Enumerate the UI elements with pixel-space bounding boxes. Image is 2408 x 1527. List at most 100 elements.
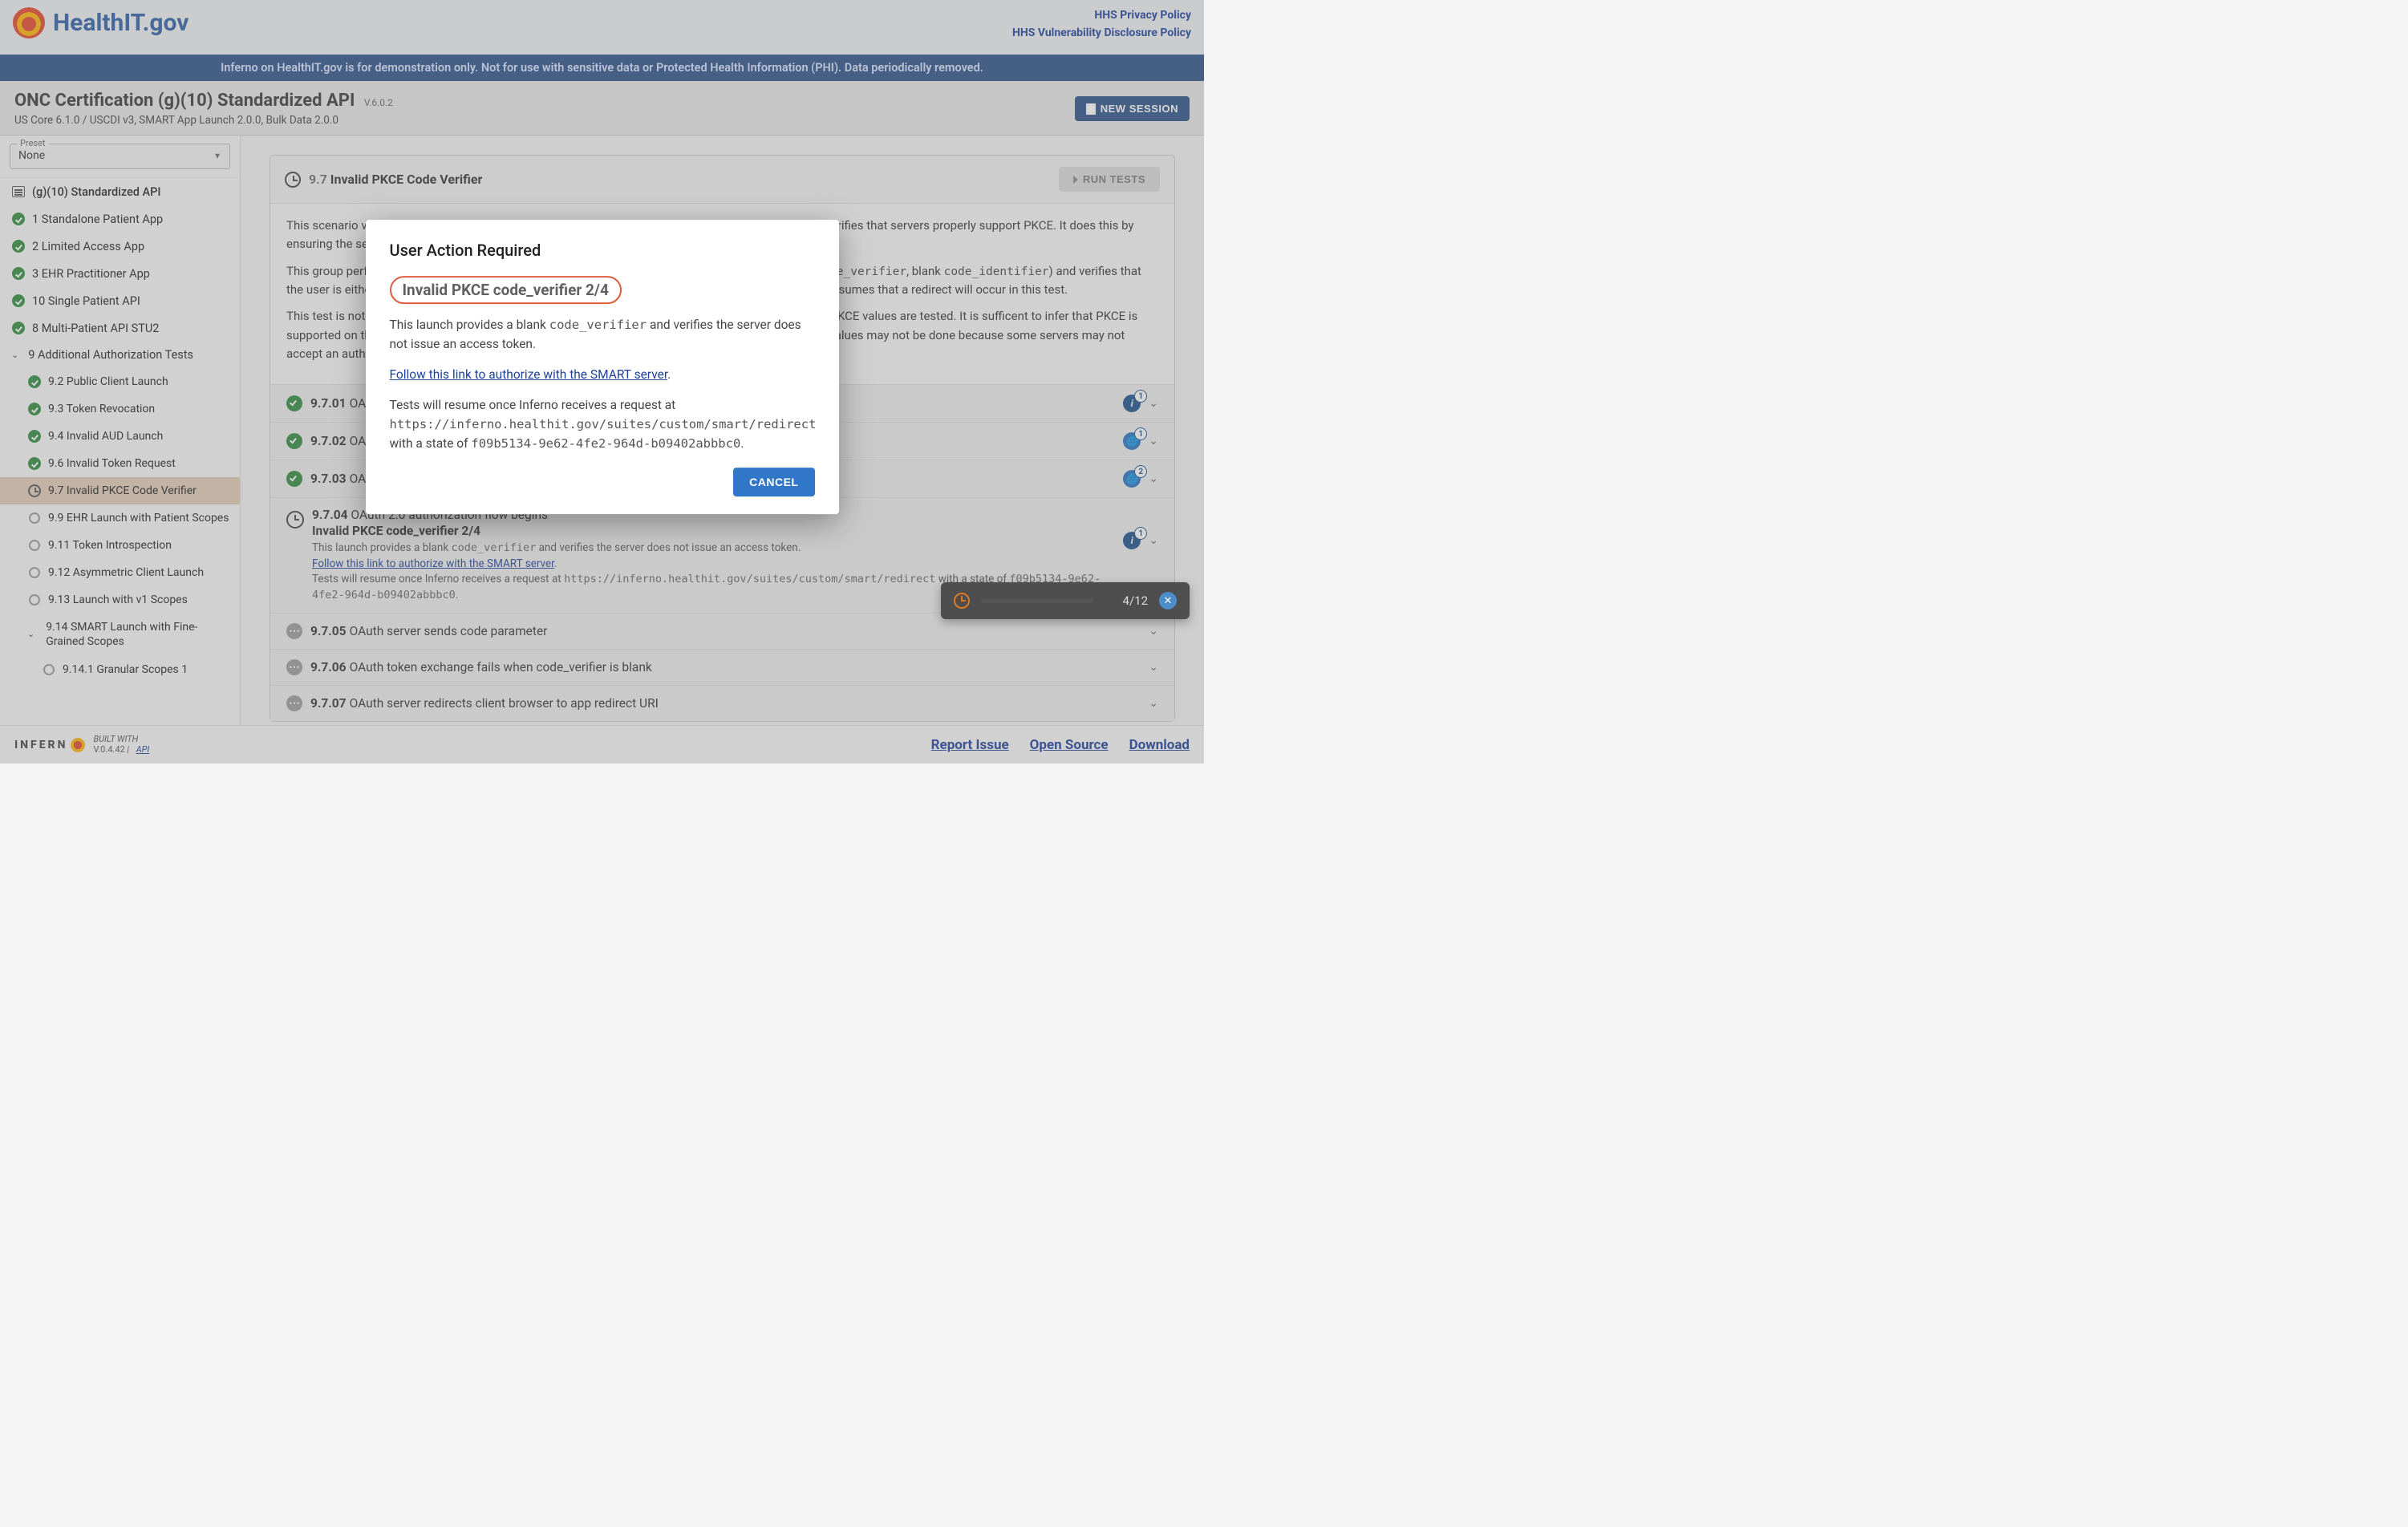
footer: INFERN BUILT WITH V.0.4.42 | API Report …: [0, 725, 1204, 764]
inferno-logo: INFERN: [14, 738, 85, 752]
check-icon: [12, 240, 25, 253]
preset-value: None: [18, 149, 45, 162]
sidebar: Preset None ▼ (g)(10) Standardized API 1…: [0, 136, 241, 726]
check-icon: [28, 403, 41, 415]
chevron-down-icon: ⌄: [11, 350, 18, 360]
nav-item-3[interactable]: 3 EHR Practitioner App: [0, 260, 240, 287]
modal-title: User Action Required: [390, 241, 815, 260]
list-icon: [11, 184, 26, 199]
test-row-9-7-06[interactable]: 9.7.06 OAuth token exchange fails when c…: [270, 650, 1174, 686]
check-icon: [12, 322, 25, 334]
check-icon: [28, 430, 41, 443]
test-row-9-7-07[interactable]: 9.7.07 OAuth server redirects client bro…: [270, 686, 1174, 721]
footer-version: V.0.4.42: [93, 744, 124, 755]
download-link[interactable]: Download: [1129, 737, 1190, 753]
nav-9-4[interactable]: 9.4 Invalid AUD Launch: [0, 423, 240, 450]
test-head-title: Invalid PKCE Code Verifier: [330, 172, 483, 187]
user-action-modal: User Action Required Invalid PKCE code_v…: [366, 220, 839, 514]
site-logo[interactable]: HealthIT.gov: [13, 6, 189, 38]
pending-icon: [286, 695, 302, 711]
nav-item-1[interactable]: 1 Standalone Patient App: [0, 205, 240, 233]
check-icon: [12, 294, 25, 307]
open-source-link[interactable]: Open Source: [1030, 737, 1109, 753]
site-name: HealthIT.gov: [53, 9, 189, 37]
nav-9-13[interactable]: 9.13 Launch with v1 Scopes: [0, 586, 240, 614]
test-head-num: 9.7: [309, 172, 327, 187]
preset-label: Preset: [17, 138, 49, 148]
info-badge[interactable]: i1: [1123, 532, 1141, 549]
play-icon: [1073, 176, 1078, 184]
circle-icon: [29, 567, 40, 578]
step-subtitle: Invalid PKCE code_verifier 2/4: [312, 524, 1123, 538]
progress-bar: [981, 598, 1093, 603]
nav-9-14[interactable]: ⌄9.14 SMART Launch with Fine-Grained Sco…: [0, 614, 240, 655]
check-icon: [28, 457, 41, 470]
chevron-down-icon: ⌄: [1149, 472, 1158, 485]
header-links: HHS Privacy Policy HHS Vulnerability Dis…: [1012, 6, 1191, 43]
nav-root[interactable]: (g)(10) Standardized API: [0, 177, 240, 205]
nav-9-6[interactable]: 9.6 Invalid Token Request: [0, 450, 240, 477]
page-subtitle: US Core 6.1.0 / USCDI v3, SMART App Laun…: [14, 114, 393, 127]
nav-item-2[interactable]: 2 Limited Access App: [0, 233, 240, 260]
circle-icon: [29, 512, 40, 524]
chevron-down-icon: ⌄: [27, 629, 34, 640]
chevron-down-icon: ▼: [213, 152, 221, 161]
clock-icon: [28, 484, 41, 497]
check-icon: [28, 375, 41, 388]
nav-9-14-1[interactable]: 9.14.1 Granular Scopes 1: [0, 656, 240, 683]
preset-select[interactable]: Preset None ▼: [10, 144, 230, 169]
request-badge[interactable]: 🌐2: [1123, 470, 1141, 488]
nav-9-11[interactable]: 9.11 Token Introspection: [0, 532, 240, 559]
file-icon: [1086, 103, 1096, 115]
nav-9-9[interactable]: 9.9 EHR Launch with Patient Scopes: [0, 504, 240, 532]
page-version: V.6.0.2: [364, 97, 393, 108]
nav-item-8[interactable]: 8 Multi-Patient API STU2: [0, 314, 240, 342]
authorize-link[interactable]: Follow this link to authorize with the S…: [312, 557, 554, 570]
chevron-down-icon: ⌄: [1149, 534, 1158, 547]
request-badge[interactable]: 🌐1: [1123, 432, 1141, 450]
circle-icon: [29, 540, 40, 551]
close-toast-button[interactable]: ✕: [1159, 592, 1177, 610]
clock-icon: [954, 593, 970, 609]
pending-icon: [286, 623, 302, 639]
report-issue-link[interactable]: Report Issue: [931, 737, 1009, 753]
flame-icon: [71, 738, 85, 752]
nav-item-10[interactable]: 10 Single Patient API: [0, 287, 240, 314]
flame-icon: [13, 6, 45, 38]
demo-banner: Inferno on HealthIT.gov is for demonstra…: [0, 55, 1204, 81]
privacy-link[interactable]: HHS Privacy Policy: [1012, 6, 1191, 24]
built-with-label: BUILT WITH: [93, 734, 138, 744]
check-icon: [286, 433, 302, 449]
new-session-button[interactable]: NEW SESSION: [1075, 96, 1190, 121]
nav-9-3[interactable]: 9.3 Token Revocation: [0, 395, 240, 423]
progress-toast: 4/12 ✕: [941, 582, 1190, 619]
nav-9-12[interactable]: 9.12 Asymmetric Client Launch: [0, 559, 240, 586]
api-link[interactable]: API: [136, 744, 150, 755]
page-title: ONC Certification (g)(10) Standardized A…: [14, 91, 393, 111]
circle-icon: [29, 594, 40, 606]
run-tests-button[interactable]: RUN TESTS: [1059, 167, 1160, 192]
test-row-9-7-05[interactable]: 9.7.05 OAuth server sends code parameter…: [270, 614, 1174, 650]
progress-count: 4/12: [1123, 593, 1148, 608]
modal-authorize-link[interactable]: Follow this link to authorize with the S…: [390, 367, 668, 382]
page-header: ONC Certification (g)(10) Standardized A…: [0, 81, 1204, 136]
check-icon: [286, 395, 302, 411]
chevron-down-icon: ⌄: [1149, 435, 1158, 448]
test-panel-header: 9.7 Invalid PKCE Code Verifier RUN TESTS: [270, 156, 1174, 204]
vuln-link[interactable]: HHS Vulnerability Disclosure Policy: [1012, 24, 1191, 42]
chevron-down-icon: ⌄: [1149, 625, 1158, 638]
clock-icon: [285, 172, 301, 188]
top-bar: HealthIT.gov HHS Privacy Policy HHS Vuln…: [0, 0, 1204, 55]
nav-group-9[interactable]: ⌄9 Additional Authorization Tests: [0, 342, 240, 368]
check-icon: [12, 267, 25, 280]
clock-icon: [286, 511, 304, 529]
info-badge[interactable]: i1: [1123, 395, 1141, 412]
check-icon: [286, 471, 302, 487]
modal-step-title: Invalid PKCE code_verifier 2/4: [390, 276, 622, 304]
nav-9-7[interactable]: 9.7 Invalid PKCE Code Verifier: [0, 477, 240, 504]
pending-icon: [286, 659, 302, 675]
chevron-down-icon: ⌄: [1149, 661, 1158, 674]
cancel-button[interactable]: CANCEL: [733, 468, 814, 496]
nav-9-2[interactable]: 9.2 Public Client Launch: [0, 368, 240, 395]
chevron-down-icon: ⌄: [1149, 697, 1158, 710]
